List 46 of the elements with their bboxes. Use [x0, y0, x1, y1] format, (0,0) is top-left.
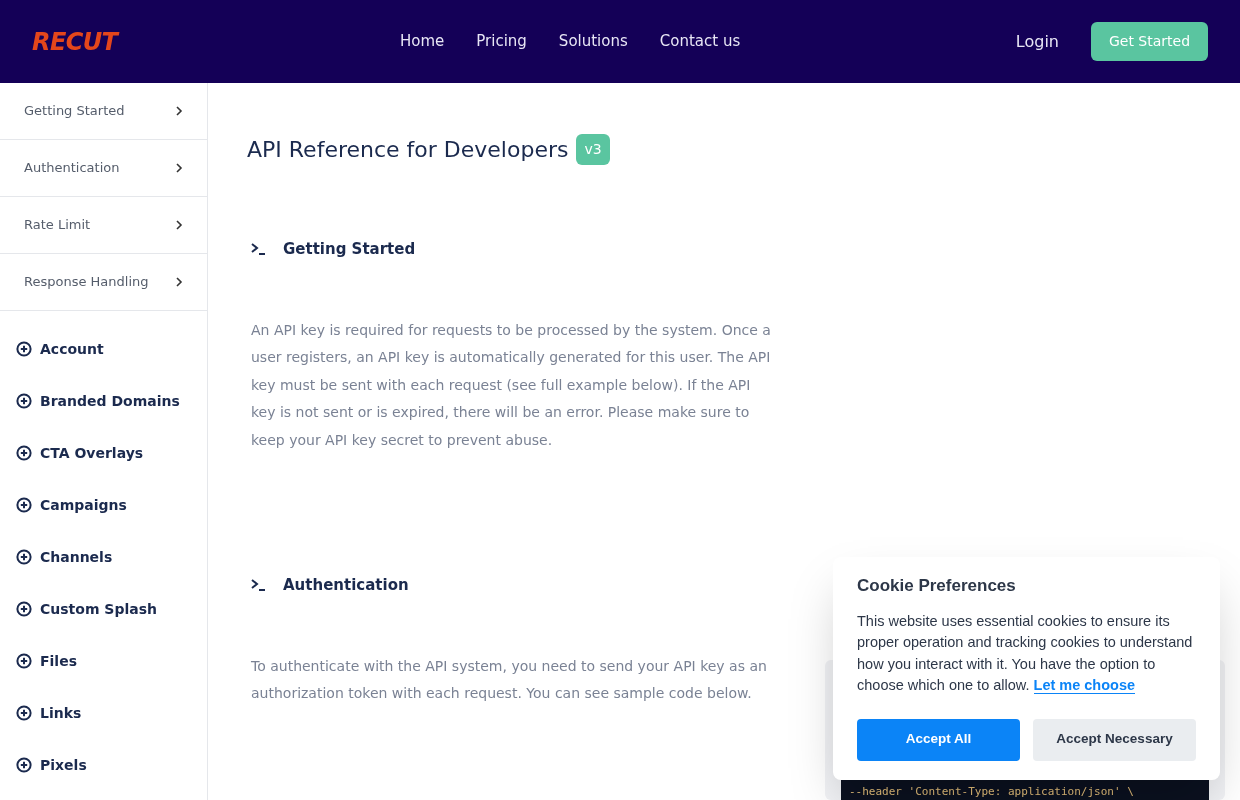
section-text: To authenticate with the API system, you need to send your API key as an authorization token with each request. You can see sample code below. — [251, 656, 768, 703]
plus-circle-icon — [16, 445, 32, 461]
sidebar-section-link[interactable]: Channels — [40, 546, 113, 568]
plus-circle-icon — [16, 549, 32, 565]
chevron-right-icon — [175, 163, 183, 173]
sidebar-section-link[interactable]: Links — [40, 702, 82, 724]
plus-circle-icon — [16, 341, 32, 357]
chevron-right-icon — [175, 220, 183, 230]
logo[interactable]: RECUT — [32, 23, 132, 60]
plus-circle-icon — [16, 653, 32, 669]
plus-circle-icon — [16, 601, 32, 617]
section-text: An API key is required for requests to be processed by the system. Once a user registers, an API key is automatically generated for this user. The API key must be sent with each request (see full example below). If the API key is not sent or is expired, there will be an error. Please make sure to keep your API key secret to prevent abuse. — [251, 320, 771, 450]
plus-circle-icon — [16, 393, 32, 409]
accept-necessary-button[interactable]: Accept Necessary — [1033, 718, 1196, 761]
sidebar-section-link[interactable]: Custom Splash — [40, 598, 157, 620]
let-me-choose-link[interactable]: Let me choose — [1033, 677, 1136, 694]
sidebar-section-link[interactable]: Campaigns — [40, 494, 127, 516]
sidebar-section-link[interactable]: Account — [40, 338, 104, 360]
nav-link[interactable]: Pricing — [476, 30, 527, 53]
plus-circle-icon — [16, 757, 32, 773]
plus-circle-icon — [16, 497, 32, 513]
code-line: --header 'Content-Type: application/json' \ — [849, 785, 1134, 798]
sidebar-item[interactable]: Rate Limit — [0, 197, 207, 254]
nav-link[interactable]: Home — [400, 30, 445, 53]
nav-link[interactable]: Solutions — [558, 30, 628, 53]
sidebar-section-link[interactable]: Pixels — [40, 754, 87, 776]
dialog-title: Cookie Preferences — [857, 575, 1017, 597]
sidebar-item[interactable]: Response Handling — [0, 254, 207, 311]
nav-link[interactable]: Contact us — [659, 30, 741, 53]
version-badge: v3 — [576, 134, 610, 165]
terminal-icon — [251, 243, 267, 256]
terminal-icon — [251, 579, 267, 592]
chevron-right-icon — [175, 106, 183, 116]
page-title: API Reference for Developers — [247, 136, 569, 164]
sidebar-item[interactable]: Getting Started — [0, 83, 207, 140]
chevron-right-icon — [175, 277, 183, 287]
section-heading: Getting Started — [283, 239, 416, 260]
plus-circle-icon — [16, 705, 32, 721]
login-link[interactable]: Login — [1015, 29, 1059, 54]
section-heading: Authentication — [283, 575, 409, 596]
sidebar-item[interactable]: Authentication — [0, 140, 207, 197]
sidebar-section-link[interactable]: Files — [40, 650, 77, 672]
sidebar-section-link[interactable]: Branded Domains — [40, 390, 180, 412]
sidebar-section-link[interactable]: CTA Overlays — [40, 442, 144, 464]
accept-all-button[interactable]: Accept All — [857, 718, 1020, 761]
dialog-text: This website uses essential cookies to ensure its proper operation and tracking cookies to understand how you interact with it. You have the option to choose which one to allow. Let me choose — [857, 611, 1194, 696]
